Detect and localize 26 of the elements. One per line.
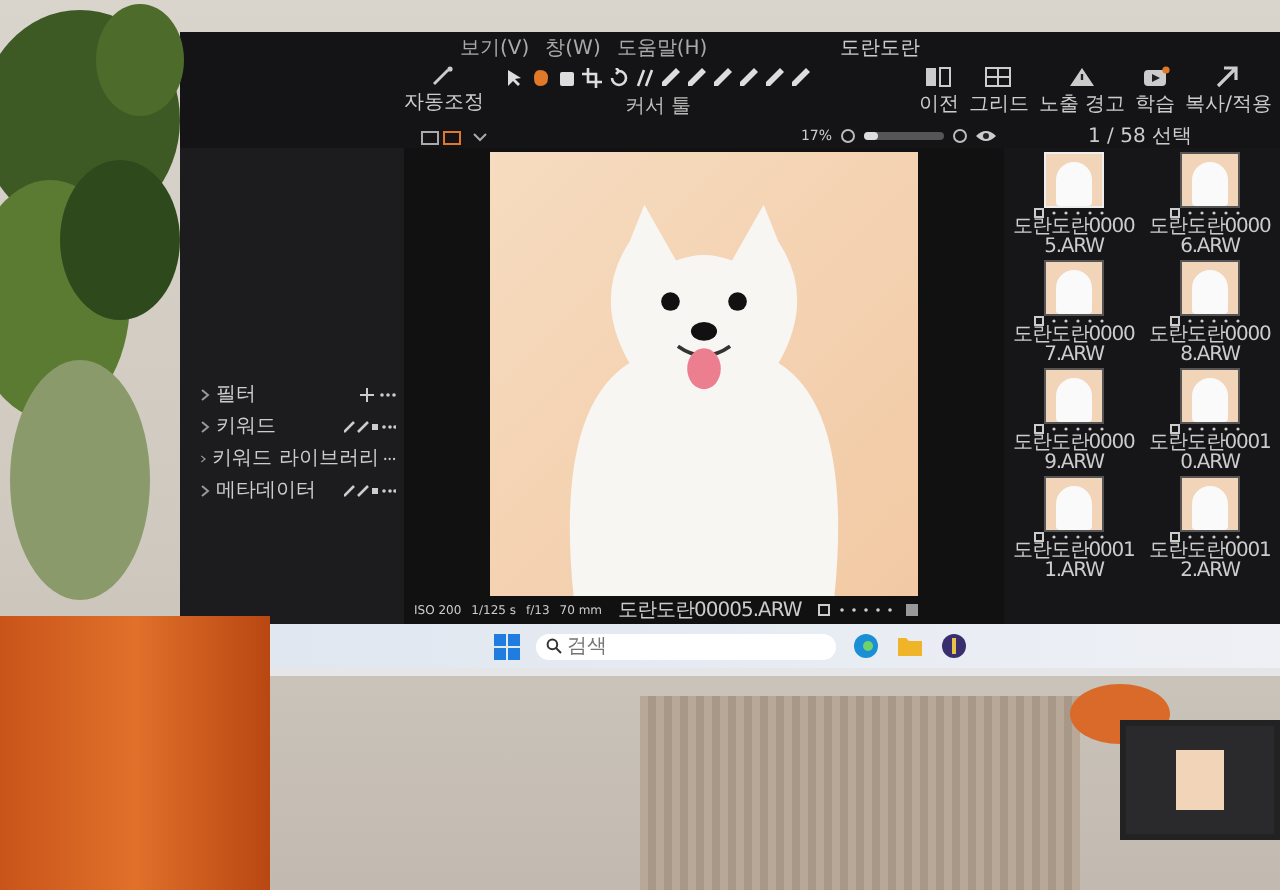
thumbnail-filename: 도란도란00008.ARW [1147, 326, 1273, 366]
window-title: 도란도란 [840, 35, 920, 61]
search-field[interactable]: 검색 [535, 633, 835, 659]
cursor-tools-label: 커서 툴 [624, 94, 692, 120]
toolbar-button[interactable]: 노출 경고 [1034, 66, 1130, 118]
auto-adjust-button[interactable]: 자동조정 [400, 66, 488, 116]
menu-item[interactable]: 보기(V) [460, 33, 530, 61]
thumbnail-filename: 도란도란00011.ARW [1011, 542, 1137, 582]
thumbnail-filename: 도란도란00009.ARW [1011, 434, 1137, 474]
toolbar-button[interactable]: 복사/적용 [1181, 66, 1276, 118]
panel-section[interactable]: 메타데이터 [216, 476, 338, 504]
panel-section[interactable]: 키워드 라이브러리 [212, 444, 379, 472]
toolbar-button[interactable]: 학습 [1131, 66, 1180, 118]
photo-filename: 도란도란00005.ARW [618, 598, 802, 624]
toolbar-button[interactable]: 이전 [914, 66, 963, 118]
menu-item[interactable]: 도움말(H) [616, 33, 708, 61]
menu-item[interactable]: 창(W) [545, 33, 601, 61]
thumbnail-filename: 도란도란00007.ARW [1011, 326, 1137, 366]
thumbnail-filename: 도란도란00012.ARW [1147, 542, 1273, 582]
thumbnail-filename: 도란도란00010.ARW [1147, 434, 1273, 474]
selection-count: 1 / 58 선택 [1086, 123, 1194, 149]
thumbnail-filename: 도란도란00006.ARW [1147, 218, 1273, 258]
thumbnail-filename: 도란도란00005.ARW [1011, 218, 1137, 258]
panel-section[interactable]: 필터 [216, 380, 354, 408]
toolbar-button[interactable]: 그리드 [964, 66, 1033, 118]
panel-section[interactable]: 키워드 [216, 412, 338, 440]
